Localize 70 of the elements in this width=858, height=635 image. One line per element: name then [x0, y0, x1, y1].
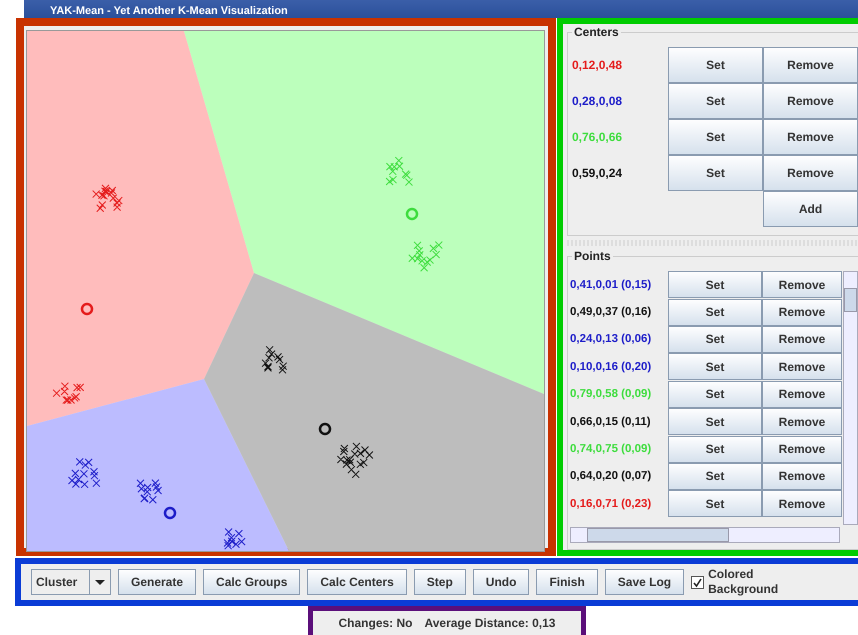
center-marker	[406, 208, 418, 220]
center-label: 0,28,0,08	[572, 94, 624, 108]
remove-button[interactable]: Remove	[763, 83, 858, 119]
point-cluster	[386, 156, 413, 186]
toolbar-button[interactable]: Calc Groups	[203, 569, 300, 595]
point-cluster	[68, 458, 100, 488]
point-label: 0,66,0,15 (0,11)	[570, 416, 652, 428]
remove-button[interactable]: Remove	[762, 353, 842, 380]
remove-button[interactable]: Remove	[762, 271, 842, 298]
toolbar-button[interactable]: Save Log	[604, 569, 684, 595]
add-button[interactable]: Add	[763, 191, 858, 227]
remove-button[interactable]: Remove	[762, 298, 842, 326]
point-cluster	[136, 479, 162, 504]
remove-button[interactable]: Remove	[762, 380, 842, 408]
center-label: 0,12,0,48	[572, 58, 624, 72]
checkbox-label: Colored Background	[708, 567, 778, 597]
group-title: Points	[572, 249, 613, 263]
toolbar-button[interactable]: Generate	[118, 569, 196, 595]
checkbox[interactable]	[691, 576, 704, 588]
point-label: 0,10,0,16 (0,20)	[570, 360, 652, 373]
toolbar-button[interactable]: Undo	[472, 569, 530, 595]
point-label: 0,79,0,58 (0,09)	[570, 388, 652, 400]
remove-button[interactable]: Remove	[762, 326, 842, 353]
horizontal-scrollbar[interactable]	[570, 527, 840, 543]
point-label: 0,41,0,01 (0,15)	[570, 278, 652, 291]
point-label: 0,74,0,75 (0,09)	[570, 443, 652, 456]
remove-button[interactable]: Remove	[763, 47, 858, 83]
window-title: YAK-Mean - Yet Another K-Mean Visualization	[50, 5, 288, 18]
point-label: 0,24,0,13 (0,06)	[570, 333, 652, 346]
vertical-scrollbar[interactable]	[843, 271, 858, 525]
status-text: Average Distance: 0,13	[424, 616, 556, 630]
set-button[interactable]: Set	[668, 298, 762, 326]
set-button[interactable]: Set	[668, 462, 762, 490]
remove-button[interactable]: Remove	[763, 119, 858, 155]
remove-button[interactable]: Remove	[762, 408, 842, 436]
center-label: 0,59,0,24	[572, 166, 624, 180]
remove-button[interactable]: Remove	[762, 436, 842, 463]
point-label: 0,64,0,20 (0,07)	[570, 470, 652, 482]
remove-button[interactable]: Remove	[762, 462, 842, 490]
point-cluster	[224, 528, 246, 550]
toolbar-button[interactable]: Finish	[536, 569, 598, 595]
point-label: 0,49,0,37 (0,16)	[570, 306, 652, 318]
point-cluster	[408, 241, 443, 272]
remove-button[interactable]: Remove	[762, 490, 842, 518]
point-label: 0,16,0,71 (0,23)	[570, 498, 652, 510]
set-button[interactable]: Set	[668, 436, 762, 463]
toolbar-button[interactable]: Calc Centers	[307, 569, 407, 595]
center-marker	[164, 506, 176, 520]
set-button[interactable]: Set	[668, 271, 762, 298]
point-cluster	[52, 382, 84, 404]
point-cluster	[262, 346, 288, 374]
group-title: Centers	[572, 25, 621, 39]
center-marker	[318, 422, 332, 436]
set-button[interactable]: Set	[668, 490, 762, 518]
set-button[interactable]: Set	[668, 83, 763, 119]
point-cluster	[336, 442, 374, 478]
mode-dropdown[interactable]: Cluster	[31, 569, 111, 595]
set-button[interactable]: Set	[668, 119, 763, 155]
set-button[interactable]: Set	[668, 408, 762, 436]
center-label: 0,76,0,66	[572, 130, 624, 144]
set-button[interactable]: Set	[668, 353, 762, 380]
set-button[interactable]: Set	[668, 380, 762, 408]
status-text: Changes: No	[338, 616, 413, 630]
toolbar-button[interactable]: Step	[414, 569, 466, 595]
set-button[interactable]: Set	[668, 47, 763, 83]
set-button[interactable]: Set	[668, 326, 762, 353]
center-marker	[80, 302, 94, 316]
point-cluster	[92, 184, 123, 212]
remove-button[interactable]: Remove	[763, 155, 858, 191]
set-button[interactable]: Set	[668, 155, 763, 191]
